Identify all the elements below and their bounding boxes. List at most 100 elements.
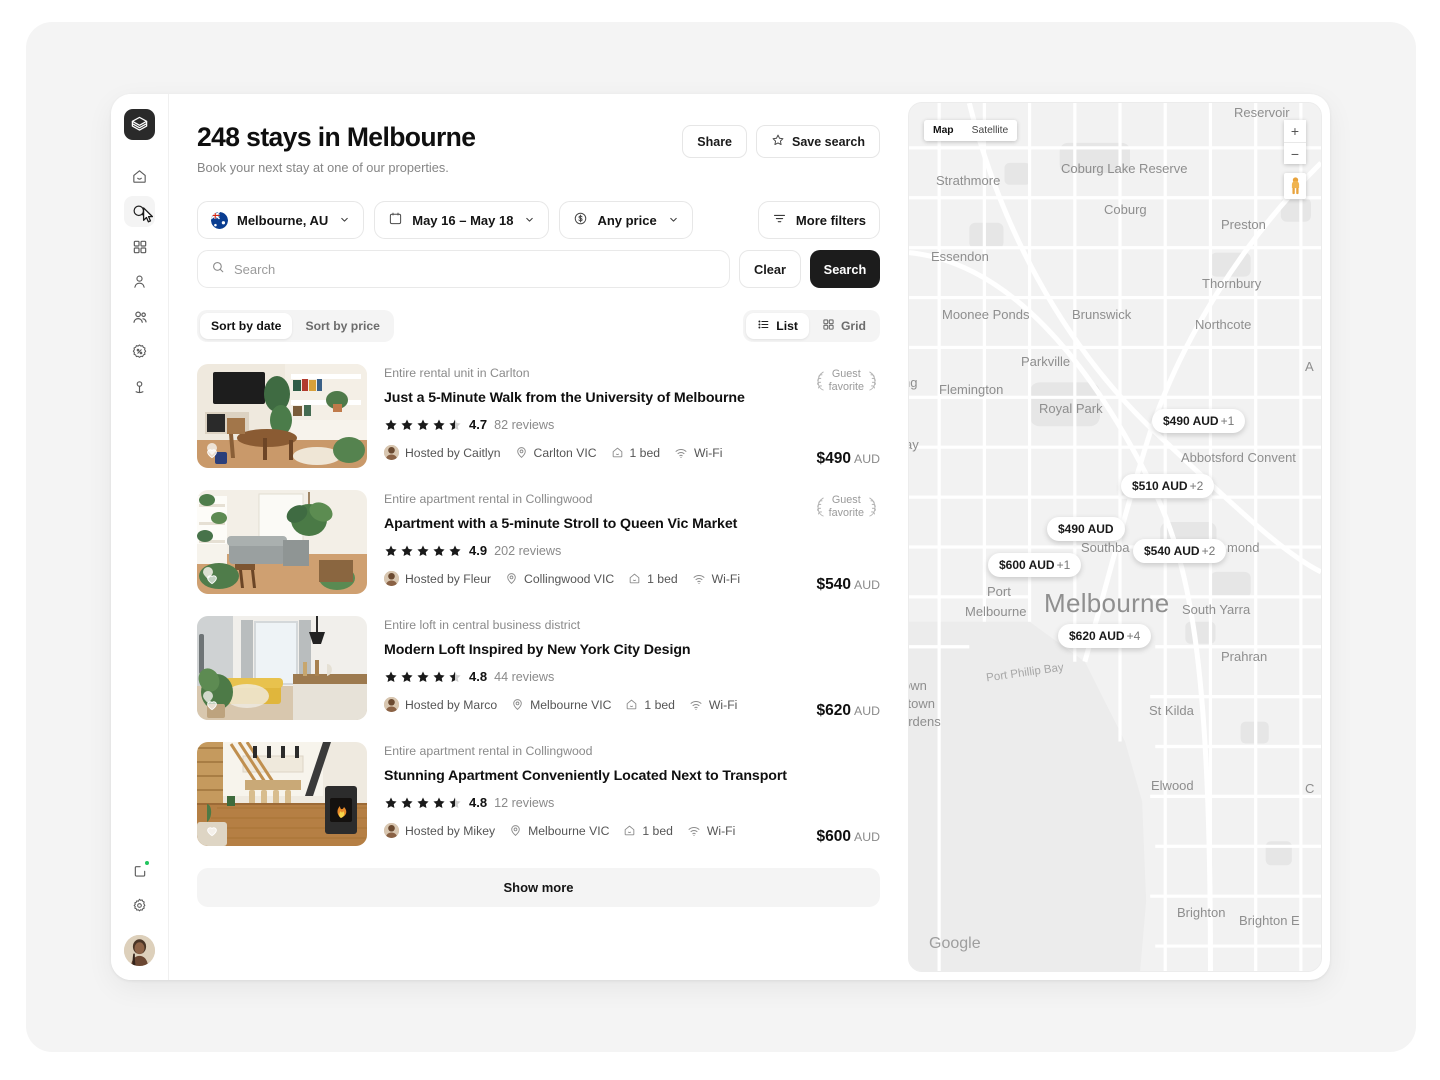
star-rating	[384, 418, 462, 432]
map-price-marker[interactable]: $490 AUD +1	[1152, 409, 1246, 433]
main-content: 248 stays in Melbourne Book your next st…	[169, 94, 1330, 980]
map-pin-icon	[131, 378, 148, 395]
sidebar-item-profile[interactable]	[124, 266, 155, 297]
listing-thumbnail[interactable]	[197, 364, 367, 469]
listing-card[interactable]: Entire rental unit in Carlton Just a 5-M…	[197, 360, 880, 486]
sort-by-price-tab[interactable]: Sort by price	[294, 313, 391, 339]
sidebar-item-guests[interactable]	[124, 301, 155, 332]
heart-icon	[207, 575, 217, 585]
price-filter[interactable]: Any price	[559, 201, 693, 240]
listing-thumbnail[interactable]	[197, 616, 367, 721]
search-field-wrapper[interactable]	[197, 250, 730, 289]
location-text: Melbourne VIC	[530, 697, 612, 712]
host-name: Hosted by Marco	[405, 697, 498, 712]
listing-title[interactable]: Just a 5-Minute Walk from the University…	[384, 390, 880, 406]
listing-card[interactable]: Entire apartment rental in Collingwood S…	[197, 738, 880, 864]
marker-price: $510 AUD	[1132, 479, 1188, 493]
sidebar-item-offers[interactable]	[124, 336, 155, 367]
price-filter-label: Any price	[597, 212, 657, 228]
listing-title[interactable]: Apartment with a 5-minute Stroll to Quee…	[384, 516, 880, 532]
star-icon	[385, 797, 397, 808]
search-icon	[131, 203, 148, 220]
location-text: Carlton VIC	[533, 445, 597, 460]
map-price-marker[interactable]: $490 AUD	[1047, 517, 1125, 541]
clear-button[interactable]: Clear	[739, 250, 801, 289]
filters-row: Melbourne, AU May 16 – May 18 Any price …	[197, 201, 880, 240]
view-list-tab[interactable]: List	[746, 313, 809, 340]
map-place-label: ardens	[908, 714, 941, 729]
sort-and-view-row: Sort by date Sort by price List Grid	[197, 310, 880, 343]
star-icon	[401, 419, 413, 430]
sidebar-item-inbox[interactable]	[124, 855, 155, 886]
marker-extra-count: +4	[1126, 629, 1141, 643]
map-type-map-button[interactable]: Map	[924, 120, 963, 141]
save-search-button[interactable]: Save search	[756, 125, 880, 158]
avatar[interactable]	[124, 935, 155, 966]
star-icon	[433, 797, 445, 808]
listing-card[interactable]: Entire loft in central business district…	[197, 612, 880, 738]
listing-thumbnail[interactable]	[197, 490, 367, 595]
listing-title[interactable]: Modern Loft Inspired by New York City De…	[384, 642, 880, 658]
view-grid-tab[interactable]: Grid	[811, 313, 877, 339]
map-place-label: Coburg	[1104, 202, 1147, 217]
map-type-satellite-button[interactable]: Satellite	[962, 120, 1018, 141]
guest-favorite-badge: Guest favorite	[815, 494, 878, 519]
star-icon	[433, 671, 445, 682]
map-price-marker[interactable]: $600 AUD +1	[988, 553, 1082, 577]
map-price-marker[interactable]: $620 AUD +4	[1058, 624, 1152, 648]
listing-card[interactable]: Entire apartment rental in Collingwood A…	[197, 486, 880, 612]
map-canvas[interactable]: Map Satellite + − Google Reservoir Cobur…	[908, 102, 1322, 972]
zoom-out-button[interactable]: −	[1284, 142, 1306, 164]
map-pin-icon	[511, 825, 520, 837]
zoom-in-button[interactable]: +	[1284, 120, 1306, 142]
map-place-label: Melbourne	[965, 604, 1027, 619]
listing-details: Entire rental unit in Carlton Just a 5-M…	[384, 364, 880, 468]
map-place-label: Preston	[1221, 217, 1266, 232]
avatar-image	[124, 935, 155, 966]
map-price-marker[interactable]: $540 AUD +2	[1133, 539, 1227, 563]
sidebar-item-home[interactable]	[124, 161, 155, 192]
search-button[interactable]: Search	[810, 250, 880, 289]
star-icon	[417, 545, 429, 556]
location-filter[interactable]: Melbourne, AU	[197, 201, 365, 240]
map-panel: Map Satellite + − Google Reservoir Cobur…	[908, 94, 1330, 980]
star-icon	[433, 419, 445, 430]
beds-text: 1 bed	[642, 823, 673, 838]
listing-type: Entire apartment rental in Collingwood	[384, 492, 593, 507]
share-button[interactable]: Share	[682, 125, 748, 158]
listing-thumbnail[interactable]	[197, 742, 367, 847]
google-attribution: Google	[929, 935, 981, 952]
heart-icon	[207, 701, 217, 711]
sort-by-date-tab[interactable]: Sort by date	[200, 313, 293, 340]
favorite-heart-button[interactable]	[205, 572, 219, 586]
favorite-heart-button[interactable]	[205, 824, 219, 838]
dates-filter[interactable]: May 16 – May 18	[374, 201, 550, 240]
pegman-street-view-button[interactable]	[1284, 173, 1306, 199]
listing-amenity: Wi-Fi	[674, 446, 722, 460]
rating-value: 4.9	[469, 543, 488, 559]
favorite-heart-button[interactable]	[205, 698, 219, 712]
listing-title[interactable]: Stunning Apartment Conveniently Located …	[384, 768, 880, 784]
sidebar-item-settings[interactable]	[124, 890, 155, 921]
share-button-label: Share	[697, 134, 733, 149]
guest-favorite-badge: Guest favorite	[815, 368, 878, 393]
sidebar-item-locations[interactable]	[124, 371, 155, 402]
show-more-button[interactable]: Show more	[197, 868, 880, 908]
marker-extra-count: +1	[1056, 558, 1071, 572]
more-filters-button[interactable]: More filters	[757, 201, 880, 240]
au-flag-icon	[211, 211, 228, 229]
sidebar-item-dashboard[interactable]	[124, 231, 155, 262]
search-input[interactable]	[234, 261, 716, 277]
host-avatar	[384, 823, 399, 839]
cube-logo-icon[interactable]	[124, 109, 155, 140]
heart-icon	[207, 449, 217, 459]
map-price-marker[interactable]: $510 AUD +2	[1121, 474, 1215, 498]
map-place-label: South Yarra	[1182, 602, 1251, 617]
wifi-icon	[690, 701, 702, 710]
chevron-down-icon	[668, 213, 679, 228]
gear-icon	[131, 897, 148, 914]
sidebar-item-search[interactable]	[124, 196, 155, 227]
search-icon	[211, 260, 225, 279]
favorite-heart-button[interactable]	[205, 446, 219, 460]
map-place-label: Prahran	[1221, 649, 1268, 664]
